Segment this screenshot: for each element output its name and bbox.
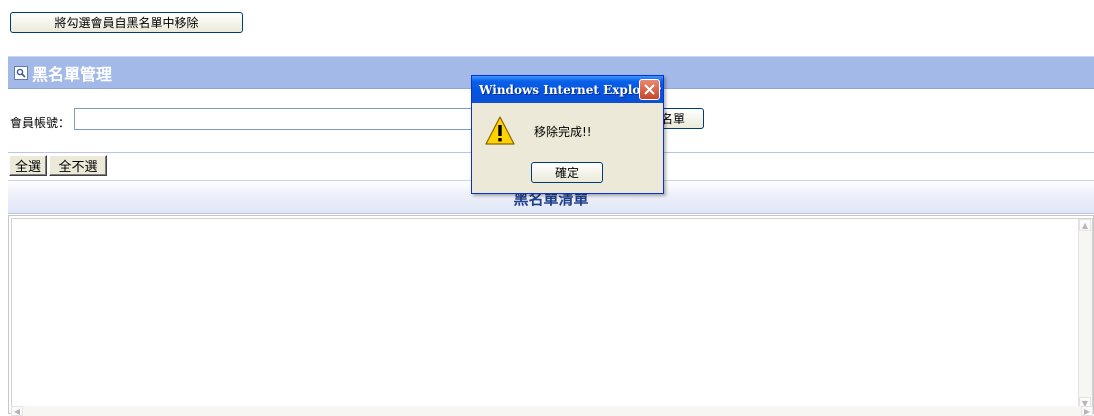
close-icon[interactable] <box>639 79 660 100</box>
ok-button[interactable]: 確定 <box>531 162 603 183</box>
remove-from-blacklist-button[interactable]: 將勾選會員自黑名單中移除 <box>10 12 243 33</box>
account-label: 會員帳號： <box>10 116 71 130</box>
dialog-titlebar[interactable]: Windows Internet Explorer <box>472 76 663 103</box>
vertical-scrollbar[interactable]: ▲ ▼ <box>1078 219 1092 409</box>
warning-icon <box>484 115 516 147</box>
dialog-message: 移除完成!! <box>534 125 592 139</box>
magnifier-icon <box>14 65 28 80</box>
select-none-button[interactable]: 全不選 <box>49 155 107 176</box>
alert-dialog: Windows Internet Explorer 移除完成!! 確定 <box>471 75 664 194</box>
horizontal-scrollbar[interactable]: ◀ ▶ <box>11 406 1093 416</box>
list-frame: ▲ ▼ <box>11 218 1093 409</box>
panel-title: 黑名單管理 <box>32 64 113 84</box>
scroll-up-icon[interactable]: ▲ <box>1079 219 1091 231</box>
select-all-button[interactable]: 全選 <box>9 155 47 176</box>
dialog-body: 移除完成!! 確定 <box>472 103 663 193</box>
blacklist-list: ▲ ▼ ◀ ▶ <box>8 215 1094 416</box>
scroll-right-icon[interactable]: ▶ <box>1081 406 1093 416</box>
account-input[interactable] <box>74 108 484 130</box>
scroll-left-icon[interactable]: ◀ <box>11 406 23 416</box>
dialog-title: Windows Internet Explorer <box>479 82 661 97</box>
